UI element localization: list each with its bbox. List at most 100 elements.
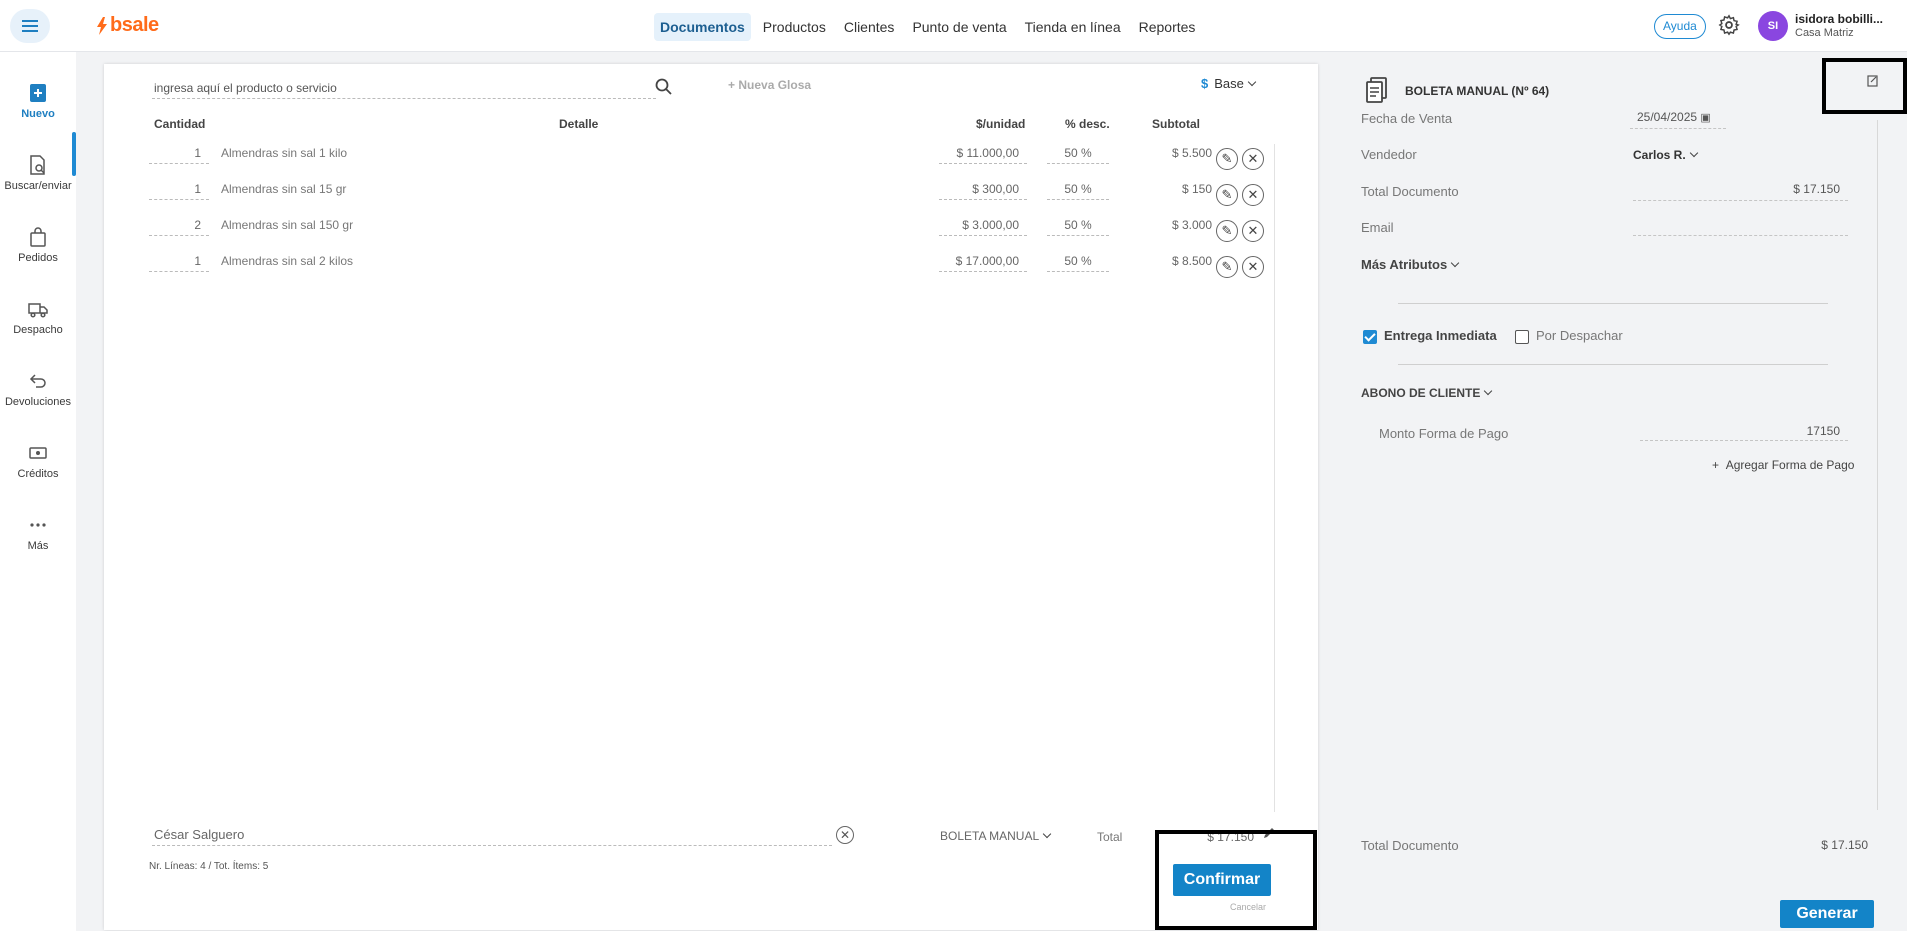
document-type-select[interactable]: BOLETA MANUAL <box>940 829 1052 843</box>
return-arrow-icon <box>29 374 46 388</box>
monto-label: Monto Forma de Pago <box>1379 426 1509 441</box>
plus-icon: + <box>1712 458 1726 472</box>
user-branch: Casa Matriz <box>1795 27 1854 39</box>
total-label: Total <box>1097 830 1123 844</box>
divider <box>1398 364 1828 365</box>
nav-punto-de-venta[interactable]: Punto de venta <box>906 13 1012 41</box>
col-header-qty: Cantidad <box>154 117 206 131</box>
gear-icon[interactable] <box>1718 14 1740 36</box>
product-search-input[interactable]: ingresa aquí el producto o servicio <box>152 77 656 99</box>
close-icon: ✕ <box>1247 223 1259 238</box>
monto-underline <box>1640 440 1848 441</box>
discount-input[interactable]: 50 % <box>1047 182 1109 200</box>
mas-atributos-toggle[interactable]: Más Atributos <box>1361 257 1460 272</box>
col-header-discount: % desc. <box>1065 117 1110 131</box>
abono-label: ABONO DE CLIENTE <box>1361 386 1481 400</box>
pencil-icon: ✎ <box>1221 151 1233 166</box>
email-input[interactable] <box>1633 235 1848 236</box>
nav-tienda-en-linea[interactable]: Tienda en línea <box>1019 13 1127 41</box>
price-list-select[interactable]: $ Base <box>1201 76 1257 91</box>
nav-documentos[interactable]: Documentos <box>654 13 751 41</box>
plus-icon: + <box>728 78 739 92</box>
discount-input[interactable]: 50 % <box>1047 146 1109 164</box>
sidebar-item-label: Créditos <box>17 468 59 480</box>
user-name: isidora bobilli... <box>1795 12 1884 26</box>
highlight-box <box>1822 58 1907 114</box>
sidebar-item-creditos[interactable]: Créditos <box>0 442 76 480</box>
clear-customer-button[interactable]: ✕ <box>836 826 854 844</box>
nav-reportes[interactable]: Reportes <box>1133 13 1202 41</box>
qty-input[interactable]: 1 <box>149 254 209 272</box>
nav-clientes[interactable]: Clientes <box>838 13 901 41</box>
entrega-inmediata-checkbox[interactable] <box>1363 330 1377 344</box>
qty-input[interactable]: 1 <box>149 182 209 200</box>
fecha-venta-input[interactable]: 25/04/2025 ▣ <box>1637 110 1711 124</box>
document-title: BOLETA MANUAL (Nº 64) <box>1405 84 1550 98</box>
sidebar: Nuevo Buscar/enviar Pedidos Despacho Dev… <box>0 52 76 931</box>
monto-input[interactable]: 17150 <box>1780 424 1840 438</box>
search-document-icon <box>30 155 45 175</box>
agregar-forma-pago-button[interactable]: + Agregar Forma de Pago <box>1712 458 1854 472</box>
pencil-icon: ✎ <box>1221 187 1233 202</box>
calendar-icon: ▣ <box>1700 112 1711 124</box>
col-header-subtotal: Subtotal <box>1152 117 1200 131</box>
remove-row-button[interactable]: ✕ <box>1242 184 1264 206</box>
customer-input[interactable]: César Salguero <box>152 824 832 846</box>
unit-price-input[interactable]: $ 11.000,00 <box>939 146 1027 164</box>
edit-document-icon[interactable] <box>1866 74 1880 88</box>
por-despachar-checkbox[interactable] <box>1515 330 1529 344</box>
remove-row-button[interactable]: ✕ <box>1242 148 1264 170</box>
avatar[interactable]: SI <box>1758 11 1788 41</box>
discount-input[interactable]: 50 % <box>1047 254 1109 272</box>
table-row: 1 Almendras sin sal 2 kilos $ 17.000,00 … <box>104 254 1318 290</box>
search-icon[interactable] <box>654 77 674 97</box>
sidebar-item-buscar-enviar[interactable]: Buscar/enviar <box>0 154 76 192</box>
table-row: 1 Almendras sin sal 15 gr $ 300,00 50 % … <box>104 182 1318 218</box>
sidebar-item-despacho[interactable]: Despacho <box>0 298 76 336</box>
edit-row-button[interactable]: ✎ <box>1216 256 1238 278</box>
qty-input[interactable]: 1 <box>149 146 209 164</box>
new-glosa-label: Nueva Glosa <box>738 78 812 92</box>
footer-total-value: $ 17.150 <box>1821 838 1868 852</box>
menu-toggle-button[interactable] <box>10 9 50 43</box>
generar-button[interactable]: Generar <box>1780 900 1874 928</box>
edit-row-button[interactable]: ✎ <box>1216 184 1238 206</box>
sidebar-item-devoluciones[interactable]: Devoluciones <box>0 370 76 408</box>
unit-price-input[interactable]: $ 17.000,00 <box>939 254 1027 272</box>
row-subtotal: $ 8.500 <box>1171 254 1212 268</box>
abono-toggle[interactable]: ABONO DE CLIENTE <box>1361 386 1493 400</box>
credit-icon <box>29 447 47 459</box>
total-documento-value: $ 17.150 <box>1793 182 1840 196</box>
fecha-underline <box>1630 128 1726 129</box>
new-glosa-button[interactable]: + Nueva Glosa <box>728 78 811 92</box>
unit-price-input[interactable]: $ 3.000,00 <box>939 218 1027 236</box>
edit-row-button[interactable]: ✎ <box>1216 148 1238 170</box>
help-button[interactable]: Ayuda <box>1654 14 1706 39</box>
brand-logo[interactable]: bsale <box>96 14 159 37</box>
item-detail: Almendras sin sal 1 kilo <box>221 146 348 160</box>
qty-input[interactable]: 2 <box>149 218 209 236</box>
divider <box>1398 303 1828 304</box>
nav-productos[interactable]: Productos <box>757 13 832 41</box>
pencil-icon: ✎ <box>1221 223 1233 238</box>
close-icon: ✕ <box>1247 259 1259 274</box>
discount-input[interactable]: 50 % <box>1047 218 1109 236</box>
unit-price-input[interactable]: $ 300,00 <box>939 182 1027 200</box>
close-icon: ✕ <box>839 828 851 842</box>
remove-row-button[interactable]: ✕ <box>1242 256 1264 278</box>
vendedor-select[interactable]: Carlos R. <box>1633 148 1698 162</box>
chevron-down-icon <box>1689 148 1698 158</box>
item-detail: Almendras sin sal 150 gr <box>221 218 354 232</box>
sidebar-item-label: Pedidos <box>18 252 58 264</box>
sidebar-item-mas[interactable]: Más <box>0 514 76 552</box>
sidebar-item-nuevo[interactable]: Nuevo <box>0 82 76 120</box>
sidebar-item-pedidos[interactable]: Pedidos <box>0 226 76 264</box>
footer-total-label: Total Documento <box>1361 838 1459 853</box>
edit-row-button[interactable]: ✎ <box>1216 220 1238 242</box>
fecha-venta-value: 25/04/2025 <box>1637 110 1698 124</box>
user-menu[interactable]: isidora bobilli... Casa Matriz <box>1795 12 1883 40</box>
vendedor-label: Vendedor <box>1361 147 1417 162</box>
agregar-forma-pago-label: Agregar Forma de Pago <box>1725 458 1855 472</box>
remove-row-button[interactable]: ✕ <box>1242 220 1264 242</box>
panel-scrollbar[interactable] <box>1877 120 1878 810</box>
